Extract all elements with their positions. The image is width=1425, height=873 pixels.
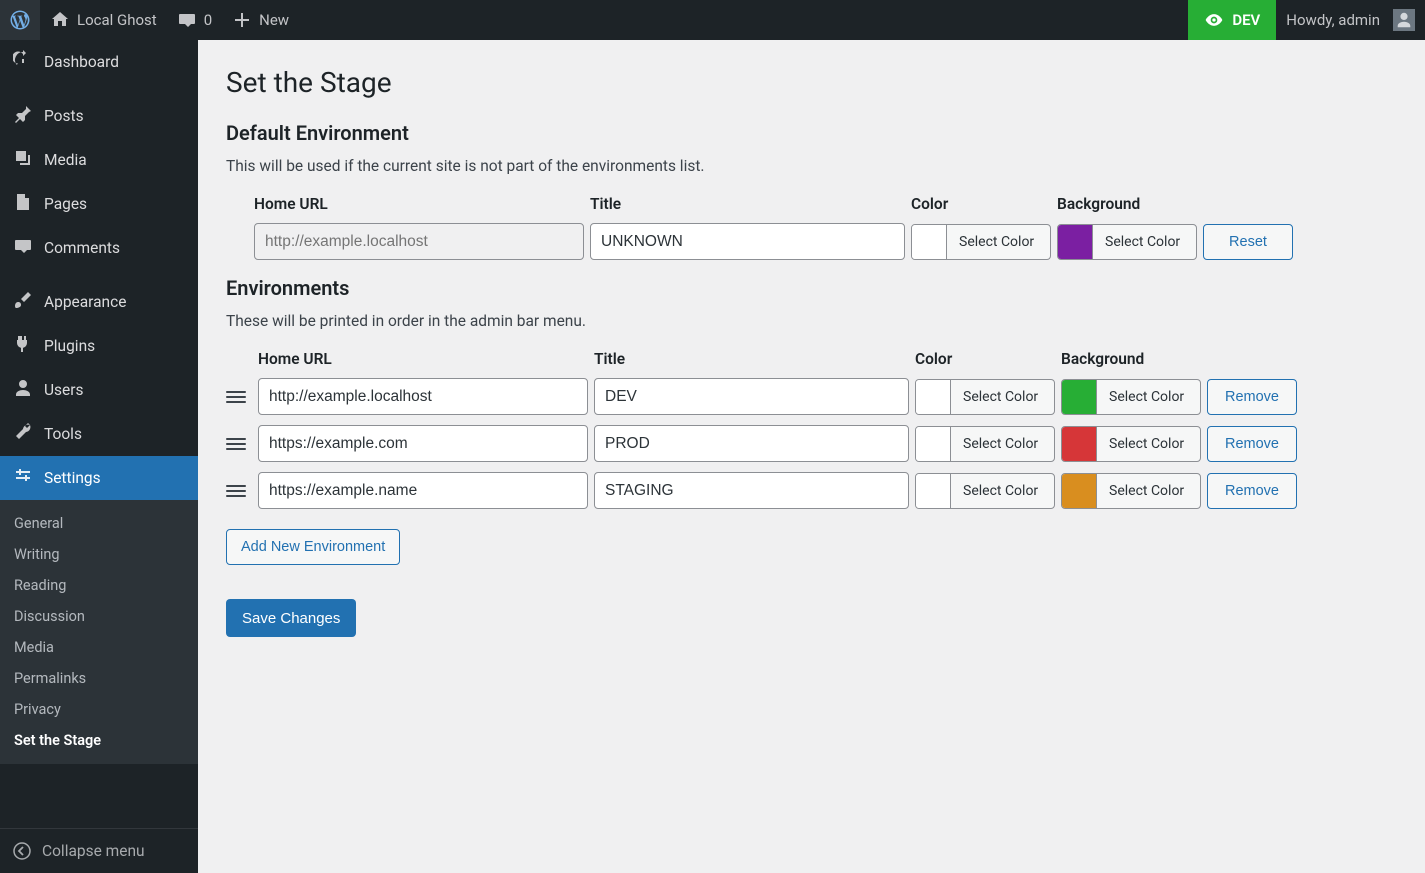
col-color: Color: [915, 350, 1055, 368]
submenu-permalinks[interactable]: Permalinks: [0, 663, 198, 694]
page-title: Set the Stage: [226, 66, 1397, 99]
env-home-url-input[interactable]: [258, 378, 588, 415]
bg-swatch: [1062, 380, 1097, 414]
comments-count: 0: [204, 11, 212, 29]
color-swatch: [916, 474, 951, 508]
env-color-button[interactable]: Select Color: [915, 473, 1055, 509]
col-home-url: Home URL: [258, 350, 588, 368]
wordpress-icon: [10, 10, 30, 30]
color-swatch: [912, 225, 947, 259]
plus-icon: [232, 10, 252, 30]
remove-button[interactable]: Remove: [1207, 379, 1297, 415]
sliders-icon: [12, 466, 34, 490]
collapse-menu-button[interactable]: Collapse menu: [0, 829, 198, 873]
dashboard-icon: [12, 50, 34, 74]
submenu-discussion[interactable]: Discussion: [0, 601, 198, 632]
sidebar-item-tools[interactable]: Tools: [0, 412, 198, 456]
save-changes-button[interactable]: Save Changes: [226, 599, 356, 637]
plug-icon: [12, 334, 34, 358]
reset-button[interactable]: Reset: [1203, 224, 1293, 260]
sidebar-item-pages[interactable]: Pages: [0, 182, 198, 226]
content-area: Set the Stage Default Environment This w…: [198, 40, 1425, 873]
col-home-url: Home URL: [254, 195, 584, 213]
env-title-input[interactable]: [594, 378, 909, 415]
site-name: Local Ghost: [77, 11, 157, 29]
new-content-link[interactable]: New: [222, 0, 299, 40]
env-bg-button[interactable]: Select Color: [1061, 473, 1201, 509]
default-color-button[interactable]: Select Color: [911, 224, 1051, 260]
comment-icon: [12, 236, 34, 260]
env-home-url-input[interactable]: [258, 425, 588, 462]
env-color-button[interactable]: Select Color: [915, 426, 1055, 462]
submenu-general[interactable]: General: [0, 508, 198, 539]
submenu-set-the-stage[interactable]: Set the Stage: [0, 725, 198, 756]
default-bg-button[interactable]: Select Color: [1057, 224, 1197, 260]
home-icon: [50, 10, 70, 30]
bg-swatch: [1058, 225, 1093, 259]
site-name-link[interactable]: Local Ghost: [40, 0, 167, 40]
submenu-media[interactable]: Media: [0, 632, 198, 663]
drag-handle[interactable]: [226, 481, 246, 501]
drag-handle[interactable]: [226, 387, 246, 407]
sidebar-item-media[interactable]: Media: [0, 138, 198, 182]
env-title-input[interactable]: [594, 472, 909, 509]
sidebar-item-settings[interactable]: Settings: [0, 456, 198, 500]
env-title-input[interactable]: [594, 425, 909, 462]
sidebar-item-dashboard[interactable]: Dashboard: [0, 40, 198, 84]
submenu-writing[interactable]: Writing: [0, 539, 198, 570]
environment-badge[interactable]: DEV: [1188, 0, 1276, 40]
default-env-grid: Home URL Title Color Background Select C…: [226, 195, 1397, 260]
col-background: Background: [1061, 350, 1201, 368]
color-swatch: [916, 427, 951, 461]
pin-icon: [12, 104, 34, 128]
environments-description: These will be printed in order in the ad…: [226, 312, 1397, 330]
admin-sidebar: Dashboard Posts Media Pages Comments App…: [0, 40, 198, 873]
new-label: New: [259, 11, 289, 29]
default-home-url-input: [254, 223, 584, 260]
submenu-reading[interactable]: Reading: [0, 570, 198, 601]
env-bg-button[interactable]: Select Color: [1061, 379, 1201, 415]
user-icon: [1395, 11, 1413, 29]
environments-heading: Environments: [226, 276, 1397, 300]
bg-swatch: [1062, 427, 1097, 461]
account-link[interactable]: Howdy, admin: [1276, 0, 1425, 40]
default-env-heading: Default Environment: [226, 121, 1397, 145]
drag-handle[interactable]: [226, 434, 246, 454]
env-bg-button[interactable]: Select Color: [1061, 426, 1201, 462]
remove-button[interactable]: Remove: [1207, 426, 1297, 462]
wp-logo-menu[interactable]: [0, 0, 40, 40]
eye-icon: [1204, 10, 1224, 30]
color-swatch: [916, 380, 951, 414]
comment-icon: [177, 10, 197, 30]
settings-submenu: General Writing Reading Discussion Media…: [0, 500, 198, 764]
sidebar-item-comments[interactable]: Comments: [0, 226, 198, 270]
add-environment-button[interactable]: Add New Environment: [226, 529, 400, 565]
wrench-icon: [12, 422, 34, 446]
user-icon: [12, 378, 34, 402]
col-title: Title: [590, 195, 905, 213]
col-background: Background: [1057, 195, 1197, 213]
env-home-url-input[interactable]: [258, 472, 588, 509]
brush-icon: [12, 290, 34, 314]
col-title: Title: [594, 350, 909, 368]
sidebar-item-posts[interactable]: Posts: [0, 94, 198, 138]
comments-link[interactable]: 0: [167, 0, 222, 40]
col-color: Color: [911, 195, 1051, 213]
admin-bar: Local Ghost 0 New DEV Howdy, admin: [0, 0, 1425, 40]
env-badge-text: DEV: [1232, 11, 1260, 29]
bg-swatch: [1062, 474, 1097, 508]
default-title-input[interactable]: [590, 223, 905, 260]
env-color-button[interactable]: Select Color: [915, 379, 1055, 415]
submenu-privacy[interactable]: Privacy: [0, 694, 198, 725]
collapse-icon: [12, 841, 32, 861]
environments-grid: Home URL Title Color Background Select C…: [226, 350, 1397, 509]
sidebar-item-users[interactable]: Users: [0, 368, 198, 412]
sidebar-item-appearance[interactable]: Appearance: [0, 280, 198, 324]
remove-button[interactable]: Remove: [1207, 473, 1297, 509]
media-icon: [12, 148, 34, 172]
avatar: [1393, 9, 1415, 31]
default-env-description: This will be used if the current site is…: [226, 157, 1397, 175]
page-icon: [12, 192, 34, 216]
sidebar-item-plugins[interactable]: Plugins: [0, 324, 198, 368]
